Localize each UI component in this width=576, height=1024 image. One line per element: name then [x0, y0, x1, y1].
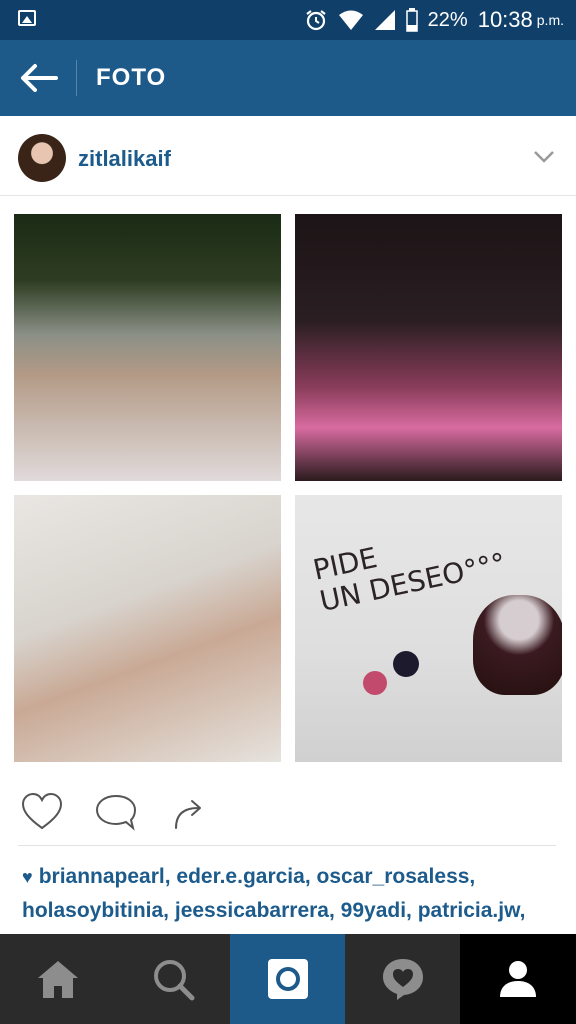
- wifi-icon: [338, 10, 363, 30]
- chevron-down-icon[interactable]: [532, 146, 556, 166]
- share-icon[interactable]: [168, 792, 212, 832]
- battery-percent: 22%: [427, 8, 468, 31]
- lava-cake: [473, 595, 562, 695]
- actions-divider: [18, 845, 556, 846]
- dessert-plate-writing: PIDE UN DESEO°°°: [310, 516, 509, 618]
- image-icon: [18, 10, 36, 26]
- bottom-nav: [0, 934, 576, 1024]
- page-title: FOTO: [96, 64, 167, 91]
- tab-home[interactable]: [0, 934, 115, 1024]
- collage-photo-couple[interactable]: [14, 214, 281, 481]
- battery-icon: [405, 8, 418, 32]
- back-arrow-icon[interactable]: [18, 62, 58, 94]
- likes-line-1[interactable]: ♥ briannapearl, eder.e.garcia, oscar_rosa…: [22, 860, 562, 894]
- home-icon: [37, 961, 78, 998]
- status-bar: 22% 10:38 p.m.: [0, 0, 576, 40]
- likes-list: ♥ briannapearl, eder.e.garcia, oscar_rosa…: [22, 860, 562, 928]
- search-icon: [153, 960, 194, 1001]
- camera-icon: [267, 959, 308, 999]
- person-icon: [500, 961, 536, 997]
- app-bar: FOTO: [0, 40, 576, 116]
- heart-icon[interactable]: [20, 792, 64, 832]
- alarm-icon: [306, 10, 326, 31]
- activity-heart-icon: [382, 959, 423, 1000]
- blackberry: [393, 651, 419, 677]
- collage-photo-woman-ring[interactable]: [295, 214, 562, 481]
- tab-profile[interactable]: [460, 934, 576, 1024]
- tab-activity[interactable]: [345, 934, 460, 1024]
- clock-time: 10:38: [477, 7, 533, 32]
- post-actions: [0, 780, 576, 844]
- collage-photo-dessert[interactable]: PIDE UN DESEO°°°: [295, 495, 562, 762]
- likes-line-2[interactable]: holasoybitinia, jeessicabarrera, 99yadi,…: [22, 894, 562, 928]
- tab-camera[interactable]: [230, 934, 345, 1024]
- tab-search[interactable]: [115, 934, 230, 1024]
- collage-photo-hands-ring[interactable]: [14, 495, 281, 762]
- likes-heart-icon: ♥: [22, 867, 33, 887]
- clock-ampm: p.m.: [536, 12, 564, 28]
- status-right: 22% 10:38 p.m.: [304, 0, 564, 40]
- signal-icon: [374, 10, 395, 30]
- raspberry: [363, 671, 387, 695]
- comment-icon[interactable]: [94, 792, 138, 832]
- avatar[interactable]: [18, 134, 66, 182]
- post-username[interactable]: zitlalikaif: [78, 146, 171, 172]
- app-bar-divider: [76, 60, 77, 96]
